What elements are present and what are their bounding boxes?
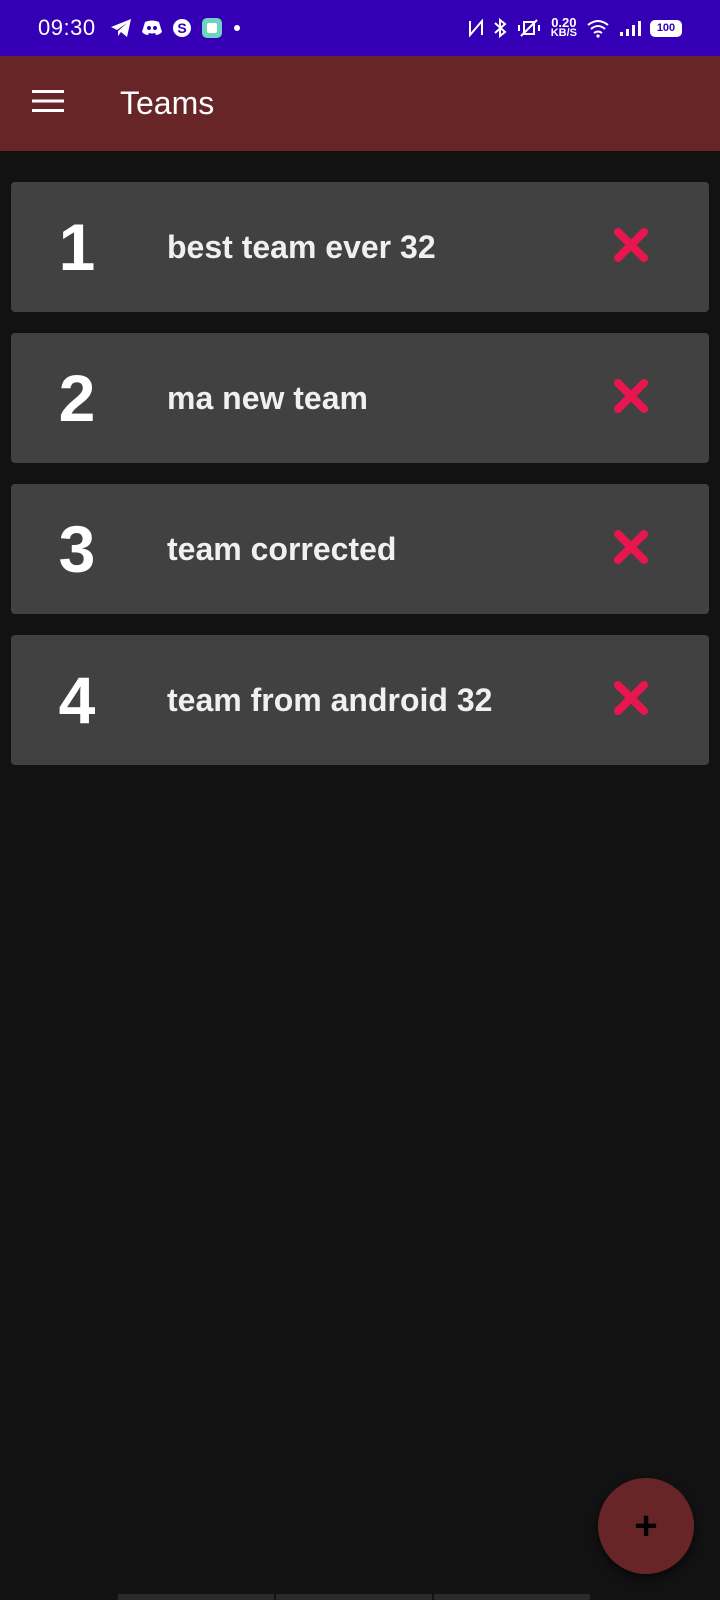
- team-name: team corrected: [167, 530, 397, 567]
- delete-x-icon: [613, 227, 649, 268]
- nfc-icon: [468, 19, 484, 37]
- team-number: 4: [58, 663, 96, 737]
- add-team-button[interactable]: +: [598, 1478, 694, 1574]
- team-number: 3: [58, 512, 96, 586]
- team-name: ma new team: [167, 379, 368, 416]
- skype-icon: S: [172, 18, 192, 38]
- page-title: Teams: [120, 85, 215, 121]
- telegram-icon: [110, 18, 132, 38]
- delete-team-button[interactable]: [603, 370, 659, 426]
- status-bar: 09:30 S 0.20 KB/S 100: [0, 0, 720, 56]
- team-name: team from android 32: [167, 681, 493, 718]
- delete-team-button[interactable]: [603, 521, 659, 577]
- team-name: best team ever 32: [167, 228, 436, 265]
- system-icons: 0.20 KB/S 100: [468, 16, 682, 39]
- app-bar: Teams: [0, 56, 720, 151]
- svg-text:S: S: [177, 20, 186, 36]
- team-number: 2: [58, 361, 96, 435]
- dot-icon: [232, 23, 242, 33]
- vibrate-silent-icon: [516, 18, 542, 38]
- team-card[interactable]: 3 team corrected: [11, 484, 709, 614]
- notification-icons: S: [110, 17, 242, 39]
- network-speed: 0.20 KB/S: [550, 16, 577, 39]
- delete-x-icon: [613, 378, 649, 419]
- app-icon: [201, 17, 223, 39]
- team-card[interactable]: 4 team from android 32: [11, 635, 709, 765]
- menu-button[interactable]: [24, 80, 72, 128]
- plus-icon: +: [634, 1503, 658, 1548]
- delete-team-button[interactable]: [603, 672, 659, 728]
- bluetooth-icon: [493, 18, 507, 38]
- delete-team-button[interactable]: [603, 219, 659, 275]
- team-list: 1 best team ever 32 2 ma new team 3 team…: [11, 182, 709, 786]
- team-card[interactable]: 2 ma new team: [11, 333, 709, 463]
- battery-indicator: 100: [650, 19, 682, 37]
- delete-x-icon: [613, 680, 649, 721]
- discord-icon: [141, 19, 163, 37]
- signal-icon: [619, 19, 641, 37]
- hamburger-menu-icon: [31, 88, 65, 119]
- network-speed-unit: KB/S: [550, 27, 577, 39]
- bottom-edge: [118, 1594, 590, 1600]
- team-card[interactable]: 1 best team ever 32: [11, 182, 709, 312]
- wifi-icon: [586, 18, 610, 38]
- delete-x-icon: [613, 529, 649, 570]
- team-number: 1: [58, 210, 96, 284]
- status-time: 09:30: [38, 15, 96, 40]
